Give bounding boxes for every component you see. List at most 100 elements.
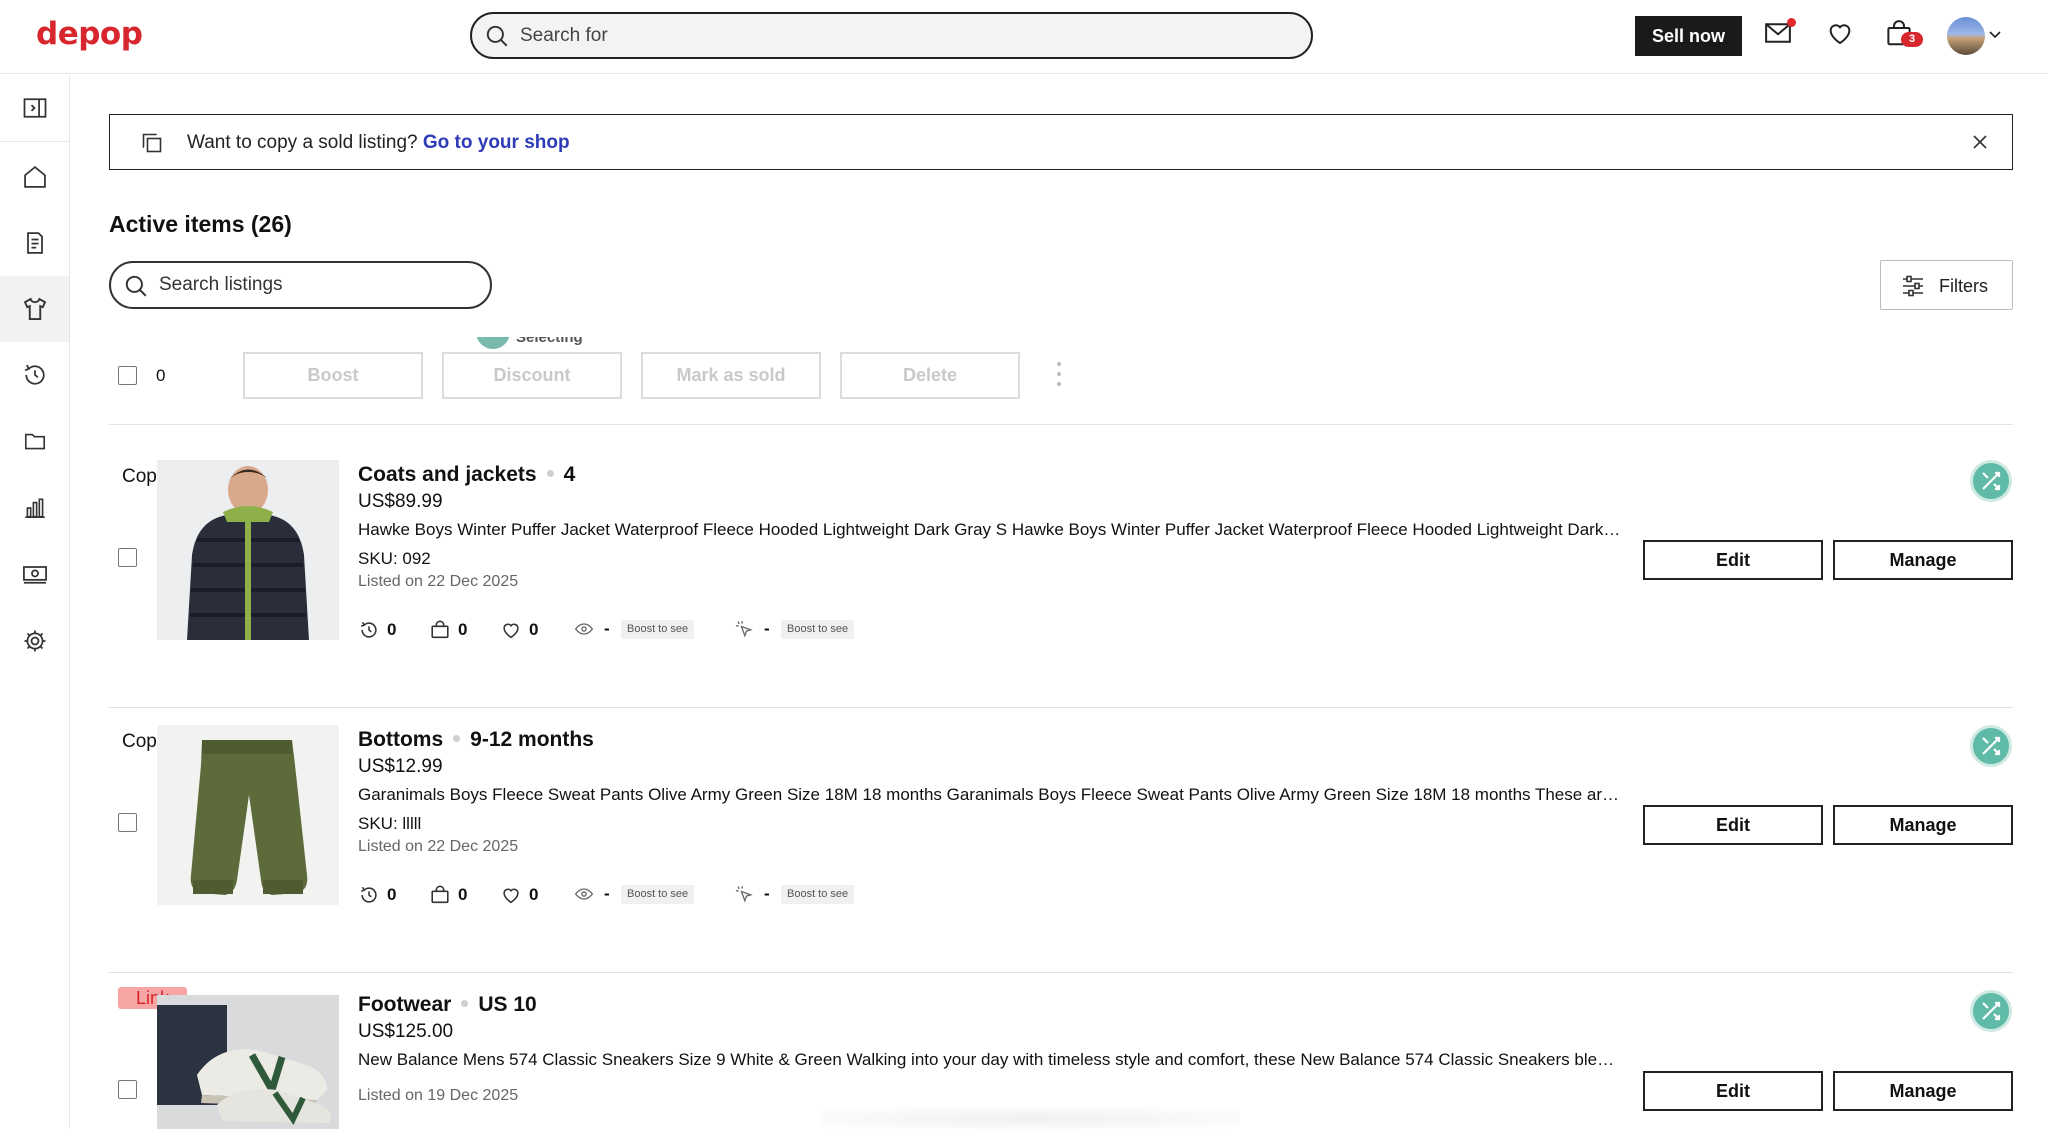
listing-search-input[interactable]: [159, 273, 469, 297]
more-actions-icon[interactable]: [1056, 360, 1062, 386]
global-search-input[interactable]: [520, 22, 1280, 49]
heart-icon: [503, 623, 519, 639]
clicks-value: -: [764, 884, 770, 903]
filters-button[interactable]: Filters: [1880, 260, 2013, 310]
bag-icon: [431, 620, 449, 639]
sliders-icon: [1903, 275, 1923, 297]
page-title: Active items (26): [109, 211, 292, 237]
impressions-value: -: [604, 884, 610, 903]
listing-description: Garanimals Boys Fleece Sweat Pants Olive…: [358, 785, 1623, 804]
discount-button[interactable]: Discount: [442, 352, 622, 399]
listing-size: US 10: [478, 993, 537, 1016]
bag-count: 0: [458, 620, 468, 639]
listing-sku: SKU: 092: [358, 549, 431, 568]
sneakers-photo: [157, 995, 339, 1129]
close-icon[interactable]: [1970, 132, 1990, 152]
selected-count: 0: [156, 366, 166, 385]
sidebar-item-home[interactable]: [0, 144, 69, 210]
home-icon: [23, 165, 46, 188]
search-icon: [486, 25, 508, 47]
clicks-stat: - Boost to see: [734, 884, 855, 906]
category-name: Footwear: [358, 993, 452, 1016]
listing-search[interactable]: [109, 261, 492, 309]
delete-button[interactable]: Delete: [840, 352, 1020, 399]
shuffle-button[interactable]: [1970, 725, 2012, 767]
listing-category: Bottoms 9-12 months: [358, 728, 594, 752]
listing-size: 4: [563, 463, 576, 486]
user-avatar[interactable]: [1947, 17, 1985, 55]
boost-button[interactable]: Boost: [243, 352, 423, 399]
tshirt-icon: [23, 297, 46, 320]
history-icon: [24, 364, 45, 385]
copy-listing-banner: Want to copy a sold listing? Go to your …: [109, 114, 2013, 170]
eye-icon: [574, 623, 594, 635]
manage-button[interactable]: Manage: [1833, 540, 2013, 580]
listing-sku: SKU: lllll: [358, 814, 422, 833]
banner-message: Want to copy a sold listing?: [187, 132, 418, 153]
jacket-photo: [157, 460, 339, 640]
depop-logo[interactable]: depop: [36, 16, 143, 52]
category-name: Coats and jackets: [358, 463, 537, 486]
cursor-click-icon: [735, 885, 753, 903]
sidebar-item-orders[interactable]: [0, 210, 69, 276]
divider: [109, 424, 2013, 425]
sidebar-toggle[interactable]: [0, 75, 69, 141]
global-search[interactable]: [470, 12, 1313, 59]
shuffle-icon: [1982, 1001, 2001, 1021]
listing-item: Copied Coats and jackets 4 US$89.99 Hawke…: [0, 443, 2048, 707]
manage-button[interactable]: Manage: [1833, 805, 2013, 845]
clicks-stat: - Boost to see: [734, 619, 855, 641]
listing-date: Listed on 22 Dec 2025: [358, 573, 519, 590]
listing-price: US$12.99: [358, 756, 443, 777]
views-stat: 0: [358, 884, 396, 906]
sidebar-item-activity[interactable]: [0, 342, 69, 408]
edit-button[interactable]: Edit: [1643, 1071, 1823, 1111]
unread-dot: [1787, 18, 1796, 27]
edit-button[interactable]: Edit: [1643, 540, 1823, 580]
shuffle-button[interactable]: [1970, 460, 2012, 502]
selecting-text: Selecting: [516, 337, 583, 346]
bag-icon: [431, 885, 449, 904]
select-all-checkbox[interactable]: [118, 366, 137, 385]
shuffle-button[interactable]: [1970, 990, 2012, 1032]
listing-image[interactable]: [157, 725, 339, 905]
manage-button[interactable]: Manage: [1833, 1071, 2013, 1111]
boost-to-see-label: Boost to see: [621, 885, 695, 904]
shuffle-icon: [1982, 736, 2001, 756]
bag-count: 0: [458, 885, 468, 904]
listing-checkbox[interactable]: [118, 813, 137, 832]
search-icon: [125, 275, 147, 297]
receipt-icon: [26, 232, 43, 254]
listing-description: New Balance Mens 574 Classic Sneakers Si…: [358, 1050, 1623, 1069]
listing-category: Coats and jackets 4: [358, 463, 575, 487]
views-count: 0: [387, 885, 397, 904]
listing-image[interactable]: [157, 460, 339, 640]
likes-count: 0: [529, 885, 539, 904]
sidebar-item-listings[interactable]: [0, 276, 69, 342]
boost-to-see-label: Boost to see: [781, 620, 855, 639]
impressions-stat: - Boost to see: [574, 619, 695, 641]
listing-checkbox[interactable]: [118, 1080, 137, 1099]
listing-category: Footwear US 10: [358, 993, 537, 1017]
filters-label: Filters: [1939, 276, 1988, 296]
mark-as-sold-button[interactable]: Mark as sold: [641, 352, 821, 399]
listing-description: Hawke Boys Winter Puffer Jacket Waterpro…: [358, 520, 1623, 539]
sell-now-button[interactable]: Sell now: [1635, 16, 1742, 56]
heart-icon: [503, 888, 519, 904]
cursor-click-icon: [735, 620, 753, 638]
boost-to-see-label: Boost to see: [781, 885, 855, 904]
chevron-down-icon[interactable]: [1988, 28, 2002, 42]
listing-image[interactable]: [157, 995, 339, 1129]
bag-stat: 0: [429, 884, 467, 906]
likes-stat: 0: [500, 884, 538, 906]
heart-icon[interactable]: [1825, 18, 1855, 48]
listing-checkbox[interactable]: [118, 548, 137, 567]
listing-price: US$125.00: [358, 1021, 454, 1042]
edit-button[interactable]: Edit: [1643, 805, 1823, 845]
go-to-shop-link[interactable]: Go to your shop: [423, 132, 570, 153]
listing-date: Listed on 19 Dec 2025: [358, 1087, 519, 1104]
impressions-value: -: [604, 619, 610, 638]
likes-stat: 0: [500, 619, 538, 641]
likes-count: 0: [529, 620, 539, 639]
history-icon: [360, 621, 377, 638]
